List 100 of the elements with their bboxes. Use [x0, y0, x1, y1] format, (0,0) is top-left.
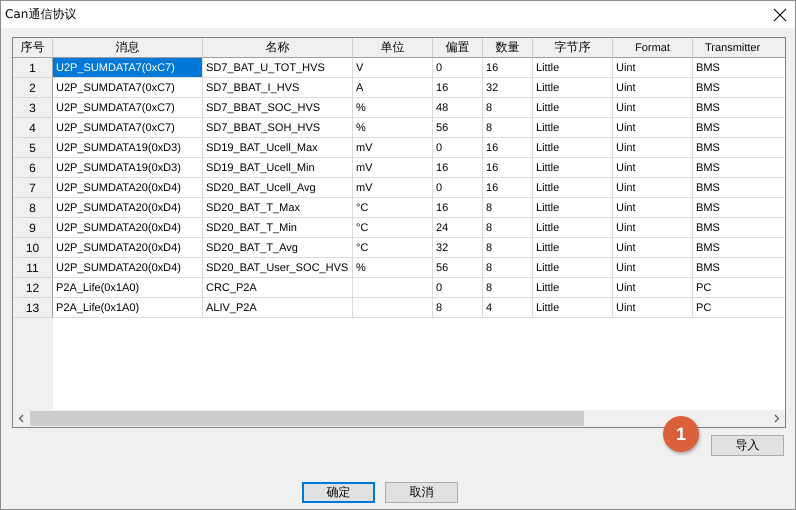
- row-header[interactable]: 7: [13, 178, 53, 198]
- table-cell[interactable]: Little: [533, 58, 613, 78]
- table-cell[interactable]: 8: [483, 198, 533, 218]
- column-header[interactable]: 数量: [483, 38, 533, 58]
- table-cell[interactable]: 56: [433, 118, 483, 138]
- table-cell[interactable]: 0: [433, 58, 483, 78]
- table-cell[interactable]: BMS: [693, 238, 785, 258]
- table-cell[interactable]: SD7_BBAT_SOC_HVS: [203, 98, 353, 118]
- table-cell[interactable]: SD7_BAT_U_TOT_HVS: [203, 58, 353, 78]
- column-header[interactable]: 消息: [53, 38, 203, 58]
- table-cell[interactable]: U2P_SUMDATA20(0xD4): [53, 198, 203, 218]
- empty-cell[interactable]: [353, 298, 433, 318]
- table-cell[interactable]: 16: [483, 138, 533, 158]
- column-header[interactable]: 字节序: [533, 38, 613, 58]
- row-header[interactable]: 10: [13, 238, 53, 258]
- table-cell[interactable]: 8: [483, 238, 533, 258]
- table-cell[interactable]: 16: [483, 158, 533, 178]
- table-cell[interactable]: SD20_BAT_Ucell_Avg: [203, 178, 353, 198]
- table-cell[interactable]: SD19_BAT_Ucell_Min: [203, 158, 353, 178]
- table-cell[interactable]: BMS: [693, 58, 785, 78]
- table-cell[interactable]: 16: [483, 58, 533, 78]
- table-cell[interactable]: BMS: [693, 98, 785, 118]
- table-cell[interactable]: BMS: [693, 218, 785, 238]
- table-cell[interactable]: 56: [433, 258, 483, 278]
- table-cell[interactable]: PC: [693, 298, 785, 318]
- table-cell[interactable]: %: [353, 118, 433, 138]
- table-cell[interactable]: Uint: [613, 138, 693, 158]
- table-cell[interactable]: U2P_SUMDATA7(0xC7): [53, 78, 203, 98]
- table-cell[interactable]: Little: [533, 138, 613, 158]
- table-cell[interactable]: SD20_BAT_T_Min: [203, 218, 353, 238]
- table-cell[interactable]: mV: [353, 158, 433, 178]
- table-cell[interactable]: 16: [433, 198, 483, 218]
- column-header[interactable]: 序号: [13, 38, 53, 58]
- table-cell[interactable]: BMS: [693, 158, 785, 178]
- table-cell[interactable]: SD20_BAT_T_Avg: [203, 238, 353, 258]
- table-cell[interactable]: U2P_SUMDATA7(0xC7): [53, 118, 203, 138]
- table-cell[interactable]: %: [353, 258, 433, 278]
- close-icon[interactable]: [773, 8, 787, 22]
- table-cell[interactable]: U2P_SUMDATA7(0xC7): [53, 98, 203, 118]
- table-cell[interactable]: BMS: [693, 118, 785, 138]
- table-cell[interactable]: U2P_SUMDATA19(0xD3): [53, 158, 203, 178]
- table-cell[interactable]: U2P_SUMDATA20(0xD4): [53, 218, 203, 238]
- table-cell[interactable]: ALIV_P2A: [203, 298, 353, 318]
- table-cell[interactable]: Little: [533, 298, 613, 318]
- table-cell[interactable]: mV: [353, 178, 433, 198]
- table-cell[interactable]: BMS: [693, 78, 785, 98]
- table-cell[interactable]: Little: [533, 258, 613, 278]
- row-header[interactable]: 5: [13, 138, 53, 158]
- scrollbar-thumb[interactable]: [30, 411, 584, 426]
- table-cell[interactable]: SD20_BAT_User_SOC_HVS: [203, 258, 353, 278]
- column-header[interactable]: 偏置: [433, 38, 483, 58]
- row-header[interactable]: 1: [13, 58, 53, 78]
- table-cell[interactable]: BMS: [693, 138, 785, 158]
- table-cell[interactable]: P2A_Life(0x1A0): [53, 278, 203, 298]
- table-cell[interactable]: Little: [533, 278, 613, 298]
- table-cell[interactable]: Little: [533, 98, 613, 118]
- table-cell[interactable]: Uint: [613, 158, 693, 178]
- table-cell[interactable]: Uint: [613, 198, 693, 218]
- table-cell[interactable]: Uint: [613, 178, 693, 198]
- table-cell[interactable]: BMS: [693, 198, 785, 218]
- row-header[interactable]: 13: [13, 298, 53, 318]
- column-header[interactable]: Format: [613, 38, 693, 58]
- table-cell[interactable]: P2A_Life(0x1A0): [53, 298, 203, 318]
- table-cell[interactable]: 32: [483, 78, 533, 98]
- table-cell[interactable]: %: [353, 98, 433, 118]
- table-cell[interactable]: SD7_BBAT_I_HVS: [203, 78, 353, 98]
- table-cell[interactable]: °C: [353, 238, 433, 258]
- table-cell[interactable]: 24: [433, 218, 483, 238]
- table-cell[interactable]: 16: [433, 158, 483, 178]
- table-cell[interactable]: PC: [693, 278, 785, 298]
- column-header[interactable]: Transmitter: [693, 38, 785, 58]
- import-button[interactable]: 导入: [711, 434, 784, 456]
- ok-button[interactable]: 确定: [302, 482, 375, 503]
- table-cell[interactable]: Uint: [613, 238, 693, 258]
- table-cell[interactable]: SD20_BAT_T_Max: [203, 198, 353, 218]
- table-cell[interactable]: Uint: [613, 118, 693, 138]
- table-cell[interactable]: 8: [483, 98, 533, 118]
- empty-cell[interactable]: [353, 278, 433, 298]
- row-header[interactable]: 11: [13, 258, 53, 278]
- table-cell[interactable]: Uint: [613, 58, 693, 78]
- table-cell[interactable]: SD7_BBAT_SOH_HVS: [203, 118, 353, 138]
- row-header[interactable]: 9: [13, 218, 53, 238]
- row-header[interactable]: 3: [13, 98, 53, 118]
- table-cell[interactable]: 16: [433, 78, 483, 98]
- column-header[interactable]: 单位: [353, 38, 433, 58]
- table-cell[interactable]: 0: [433, 138, 483, 158]
- table-cell[interactable]: Little: [533, 118, 613, 138]
- table-cell[interactable]: Uint: [613, 298, 693, 318]
- table-cell[interactable]: 8: [483, 258, 533, 278]
- table-cell[interactable]: 4: [483, 298, 533, 318]
- row-header[interactable]: 2: [13, 78, 53, 98]
- table-cell[interactable]: A: [353, 78, 433, 98]
- table-cell[interactable]: mV: [353, 138, 433, 158]
- table-cell[interactable]: BMS: [693, 178, 785, 198]
- table-cell[interactable]: 8: [433, 298, 483, 318]
- table-cell[interactable]: Little: [533, 158, 613, 178]
- table-cell[interactable]: Uint: [613, 98, 693, 118]
- table-cell[interactable]: U2P_SUMDATA20(0xD4): [53, 178, 203, 198]
- table-cell[interactable]: CRC_P2A: [203, 278, 353, 298]
- table-cell[interactable]: 8: [483, 278, 533, 298]
